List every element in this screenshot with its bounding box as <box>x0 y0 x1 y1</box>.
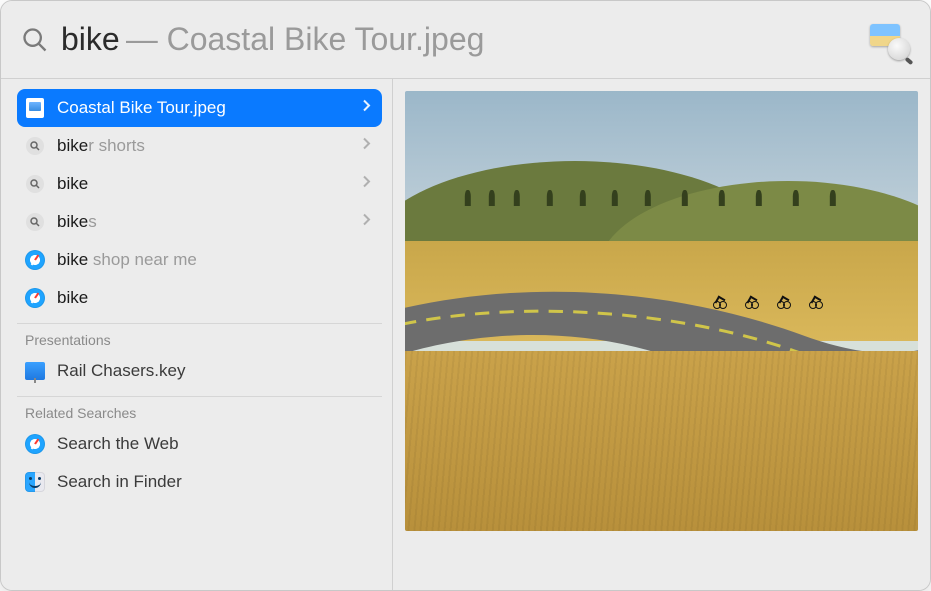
file-image-icon <box>25 98 45 118</box>
search-query-text[interactable]: bike <box>61 21 120 58</box>
result-search-web[interactable]: Search the Web <box>17 425 382 463</box>
search-header: bike — Coastal Bike Tour.jpeg <box>1 1 930 79</box>
spotlight-body: Coastal Bike Tour.jpeg biker shorts bike… <box>1 79 930 590</box>
result-suggestion[interactable]: bike <box>17 279 382 317</box>
spotlight-window: bike — Coastal Bike Tour.jpeg Coastal Bi… <box>0 0 931 591</box>
results-sidebar: Coastal Bike Tour.jpeg biker shorts bike… <box>1 79 393 590</box>
search-icon <box>25 212 45 232</box>
result-label: bike <box>57 288 88 308</box>
result-label: bikes <box>57 212 97 232</box>
result-suggestion[interactable]: bikes <box>17 203 382 241</box>
result-label: Rail Chasers.key <box>57 361 186 381</box>
search-icon <box>25 174 45 194</box>
preview-app-icon <box>870 20 910 60</box>
chevron-right-icon <box>362 137 372 156</box>
search-icon <box>21 26 49 54</box>
safari-icon <box>25 288 45 308</box>
keynote-icon <box>25 361 45 381</box>
result-suggestion[interactable]: biker shorts <box>17 127 382 165</box>
section-header-presentations: Presentations <box>17 323 382 352</box>
chevron-right-icon <box>362 99 372 118</box>
safari-icon <box>25 250 45 270</box>
result-top-hit[interactable]: Coastal Bike Tour.jpeg <box>17 89 382 127</box>
finder-icon <box>25 472 45 492</box>
result-search-finder[interactable]: Search in Finder <box>17 463 382 501</box>
chevron-right-icon <box>362 213 372 232</box>
result-label: Search the Web <box>57 434 179 454</box>
result-label: bike <box>57 174 88 194</box>
search-completion-text: — Coastal Bike Tour.jpeg <box>126 21 485 58</box>
preview-pane <box>393 79 930 590</box>
result-presentation[interactable]: Rail Chasers.key <box>17 352 382 390</box>
preview-image <box>405 91 918 531</box>
chevron-right-icon <box>362 175 372 194</box>
safari-icon <box>25 434 45 454</box>
result-label: bike shop near me <box>57 250 197 270</box>
result-label: biker shorts <box>57 136 145 156</box>
result-label: Coastal Bike Tour.jpeg <box>57 98 226 118</box>
result-suggestion[interactable]: bike shop near me <box>17 241 382 279</box>
search-icon <box>25 136 45 156</box>
result-label: Search in Finder <box>57 472 182 492</box>
result-suggestion[interactable]: bike <box>17 165 382 203</box>
section-header-related: Related Searches <box>17 396 382 425</box>
